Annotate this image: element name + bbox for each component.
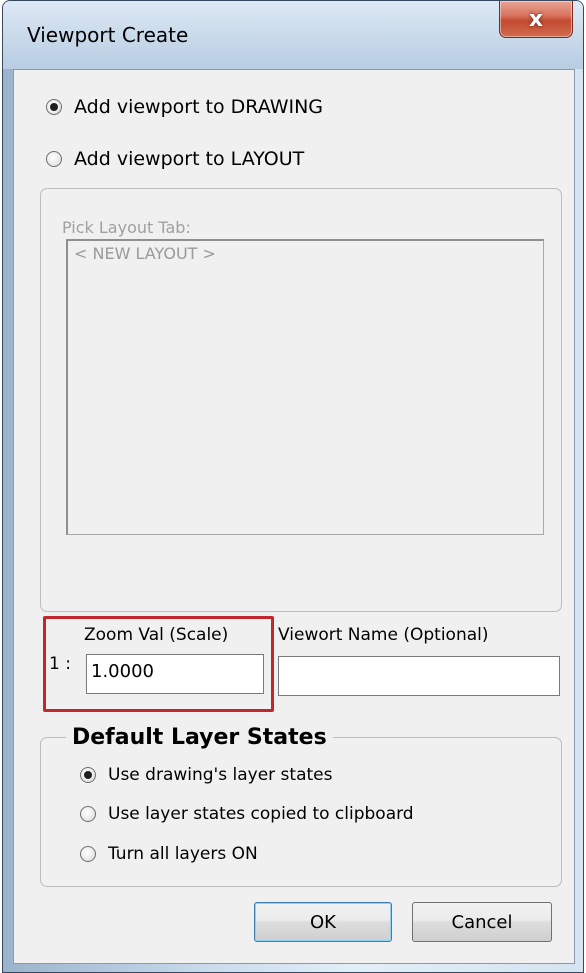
highlight-annotation — [43, 616, 274, 712]
close-button[interactable]: x — [499, 1, 573, 38]
radio-label-layout: Add viewport to LAYOUT — [74, 148, 305, 170]
radio-unchecked-icon — [80, 846, 96, 862]
radio-use-clipboard-layer-states[interactable]: Use layer states copied to clipboard — [80, 804, 414, 824]
radio-add-to-drawing[interactable]: Add viewport to DRAWING — [46, 96, 323, 118]
radio-unchecked-icon — [46, 151, 62, 167]
radio-use-drawing-layer-states[interactable]: Use drawing's layer states — [80, 765, 332, 785]
radio-label-all-on: Turn all layers ON — [108, 844, 258, 864]
layout-listbox[interactable]: < NEW LAYOUT > — [66, 239, 544, 535]
viewport-name-label: Viewort Name (Optional) — [278, 625, 489, 645]
viewport-name-input[interactable] — [278, 656, 560, 696]
radio-unchecked-icon — [80, 806, 96, 822]
radio-label-drawing-states: Use drawing's layer states — [108, 765, 333, 785]
radio-turn-all-layers-on[interactable]: Turn all layers ON — [80, 844, 258, 864]
close-icon: x — [528, 6, 544, 32]
pick-layout-caption: Pick Layout Tab: — [62, 218, 191, 237]
radio-label-drawing: Add viewport to DRAWING — [74, 96, 324, 118]
cancel-button[interactable]: Cancel — [412, 902, 552, 942]
radio-checked-icon — [80, 767, 96, 783]
dialog-body: Add viewport to DRAWING Add viewport to … — [13, 69, 575, 964]
ok-button[interactable]: OK — [254, 902, 392, 942]
dialog-window: Viewport Create x Add viewport to DRAWIN… — [2, 0, 584, 973]
radio-label-clipboard-states: Use layer states copied to clipboard — [108, 804, 414, 824]
radio-checked-icon — [46, 99, 62, 115]
list-item[interactable]: < NEW LAYOUT > — [74, 244, 216, 263]
title-bar[interactable]: Viewport Create x — [3, 1, 583, 69]
dialog-title: Viewport Create — [27, 23, 189, 47]
layer-states-title: Default Layer States — [66, 725, 333, 750]
radio-add-to-layout[interactable]: Add viewport to LAYOUT — [46, 148, 304, 170]
